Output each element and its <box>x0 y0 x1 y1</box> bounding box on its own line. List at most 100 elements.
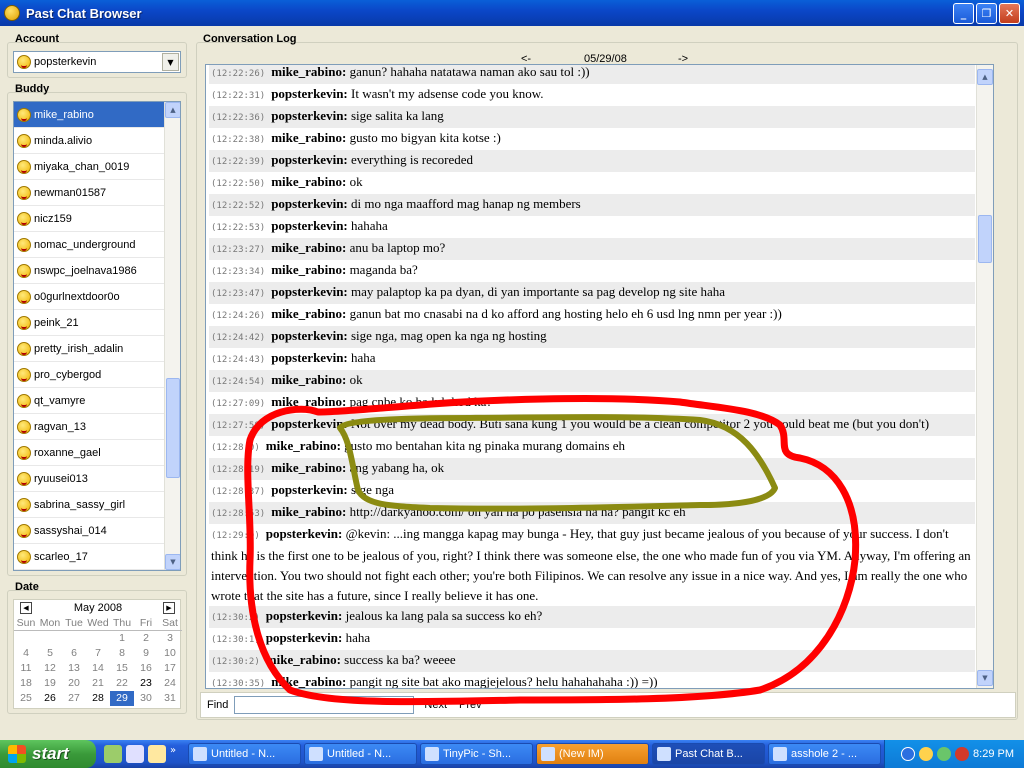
buddy-item[interactable]: o0gurlnextdoor0o <box>14 284 166 310</box>
buddy-name: nicz159 <box>34 212 72 225</box>
buddy-scroll-thumb[interactable] <box>166 378 180 478</box>
calendar-day[interactable]: 1 <box>110 631 134 646</box>
shield-icon[interactable] <box>955 747 970 761</box>
close-button[interactable]: ✕ <box>999 3 1020 24</box>
buddy-item[interactable]: scarleo_17 <box>14 544 166 570</box>
buddy-item[interactable]: sabrina_sassy_girl <box>14 492 166 518</box>
taskbar-task-button[interactable]: (New IM) <box>536 743 649 765</box>
find-prev-button[interactable]: Prev <box>459 699 482 711</box>
message-sender: popsterkevin: <box>271 328 348 343</box>
log-message: (12:22:38) mike_rabino: gusto mo bigyan k… <box>209 128 975 150</box>
message-list: (12:22:26) mike_rabino: ganun? hahaha nat… <box>209 65 975 688</box>
scroll-down-icon[interactable]: ▼ <box>165 554 180 570</box>
calendar-day[interactable]: 25 <box>14 691 38 706</box>
calendar[interactable]: ◀ May 2008 ▶ Sun Mon Tue Wed Thu Fri Sat 1 2 3 4 5 6… <box>13 599 182 709</box>
chevron-down-icon[interactable]: ▼ <box>162 53 179 71</box>
calendar-day[interactable]: 22 <box>110 676 134 691</box>
calendar-day[interactable]: 27 <box>62 691 86 706</box>
buddy-smiley-icon <box>17 237 31 252</box>
taskbar-task-button[interactable]: Past Chat B... <box>652 743 765 765</box>
calendar-day[interactable]: 24 <box>158 676 182 691</box>
buddy-item[interactable]: sassyshai_014 <box>14 518 166 544</box>
calendar-day[interactable]: 15 <box>110 661 134 676</box>
chevron-right-icon[interactable]: » <box>170 745 180 763</box>
calendar-day[interactable]: 21 <box>86 676 110 691</box>
explorer-icon[interactable] <box>126 745 144 763</box>
start-button[interactable]: start <box>0 740 96 768</box>
buddy-item[interactable]: qt_vamyre <box>14 388 166 414</box>
calendar-day[interactable]: 10 <box>158 646 182 661</box>
taskbar: start » Untitled - N... Untitled - N... Ti… <box>0 740 1024 768</box>
buddy-item[interactable]: minda.alivio <box>14 128 166 154</box>
task-label: Untitled - N... <box>211 748 276 760</box>
calendar-day[interactable]: 26 <box>38 691 62 706</box>
calendar-day[interactable]: 4 <box>14 646 38 661</box>
calendar-day[interactable]: 14 <box>86 661 110 676</box>
buddy-item[interactable]: newman01587 <box>14 180 166 206</box>
buddy-item[interactable]: pretty_irish_adalin <box>14 336 166 362</box>
buddy-item[interactable]: miyaka_chan_0019 <box>14 154 166 180</box>
log-scrollbar[interactable]: ▲ ▼ <box>976 65 993 688</box>
calendar-day[interactable]: 31 <box>158 691 182 706</box>
buddy-item[interactable]: pro_cybergod <box>14 362 166 388</box>
scroll-up-icon[interactable]: ▲ <box>977 69 993 85</box>
calendar-day[interactable]: 16 <box>134 661 158 676</box>
calendar-day[interactable]: 13 <box>62 661 86 676</box>
buddy-smiley-icon <box>17 419 31 434</box>
calendar-day[interactable]: 23 <box>134 676 158 691</box>
task-buttons: Untitled - N... Untitled - N... TinyPic - … <box>188 743 884 765</box>
calendar-day[interactable]: 19 <box>38 676 62 691</box>
buddy-item[interactable]: ryuusei013 <box>14 466 166 492</box>
message-text: ganun bat mo cnasabi na d ko afford ang … <box>349 306 782 321</box>
buddy-item[interactable]: ragvan_13 <box>14 414 166 440</box>
tray-app-icon[interactable] <box>937 747 952 761</box>
calendar-day[interactable]: 2 <box>134 631 158 646</box>
buddy-item[interactable]: nomac_underground <box>14 232 166 258</box>
log-scroll-thumb[interactable] <box>978 215 992 263</box>
taskbar-task-button[interactable]: asshole 2 - ... <box>768 743 881 765</box>
task-app-icon <box>541 747 555 761</box>
taskbar-task-button[interactable]: Untitled - N... <box>188 743 301 765</box>
task-label: TinyPic - Sh... <box>443 748 512 760</box>
buddy-item[interactable]: roxanne_gael <box>14 440 166 466</box>
calendar-day[interactable]: 6 <box>62 646 86 661</box>
calendar-day[interactable]: 30 <box>134 691 158 706</box>
calendar-weekday: Sat <box>158 616 182 631</box>
find-next-button[interactable]: Next <box>424 699 447 711</box>
calendar-day[interactable]: 12 <box>38 661 62 676</box>
title-bar[interactable]: Past Chat Browser _ ❐ ✕ <box>0 0 1024 26</box>
messenger-icon[interactable] <box>148 745 166 763</box>
calendar-day[interactable]: 17 <box>158 661 182 676</box>
buddy-smiley-icon <box>17 159 31 174</box>
buddy-scrollbar[interactable]: ▲ ▼ <box>164 102 180 570</box>
network-icon[interactable] <box>901 747 916 761</box>
calendar-day[interactable]: 9 <box>134 646 158 661</box>
minimize-button[interactable]: _ <box>953 3 974 24</box>
calendar-day[interactable]: 29 <box>110 691 134 706</box>
calendar-day[interactable]: 28 <box>86 691 110 706</box>
pidgin-icon[interactable] <box>919 747 934 761</box>
scroll-down-icon[interactable]: ▼ <box>977 670 993 686</box>
calendar-day[interactable]: 11 <box>14 661 38 676</box>
calendar-day[interactable]: 5 <box>38 646 62 661</box>
calendar-day[interactable]: 7 <box>86 646 110 661</box>
calendar-day[interactable]: 3 <box>158 631 182 646</box>
show-desktop-icon[interactable] <box>104 745 122 763</box>
buddy-list[interactable]: mike_rabino minda.alivio miyaka_chan_0019 n… <box>13 101 181 571</box>
buddy-item[interactable]: peink_21 <box>14 310 166 336</box>
next-month-icon[interactable]: ▶ <box>163 602 175 614</box>
taskbar-task-button[interactable]: TinyPic - Sh... <box>420 743 533 765</box>
buddy-item[interactable]: nicz159 <box>14 206 166 232</box>
calendar-day[interactable]: 8 <box>110 646 134 661</box>
taskbar-task-button[interactable]: Untitled - N... <box>304 743 417 765</box>
buddy-item[interactable]: mike_rabino <box>14 102 166 128</box>
calendar-day[interactable]: 18 <box>14 676 38 691</box>
conversation-log[interactable]: (12:22:26) mike_rabino: ganun? hahaha nat… <box>205 64 994 689</box>
message-timestamp: (12:28:0) <box>211 443 260 453</box>
maximize-button[interactable]: ❐ <box>976 3 997 24</box>
find-input[interactable] <box>234 696 415 714</box>
scroll-up-icon[interactable]: ▲ <box>165 102 180 118</box>
buddy-item[interactable]: nswpc_joelnava1986 <box>14 258 166 284</box>
account-select[interactable]: popsterkevin ▼ <box>13 51 181 73</box>
calendar-day[interactable]: 20 <box>62 676 86 691</box>
